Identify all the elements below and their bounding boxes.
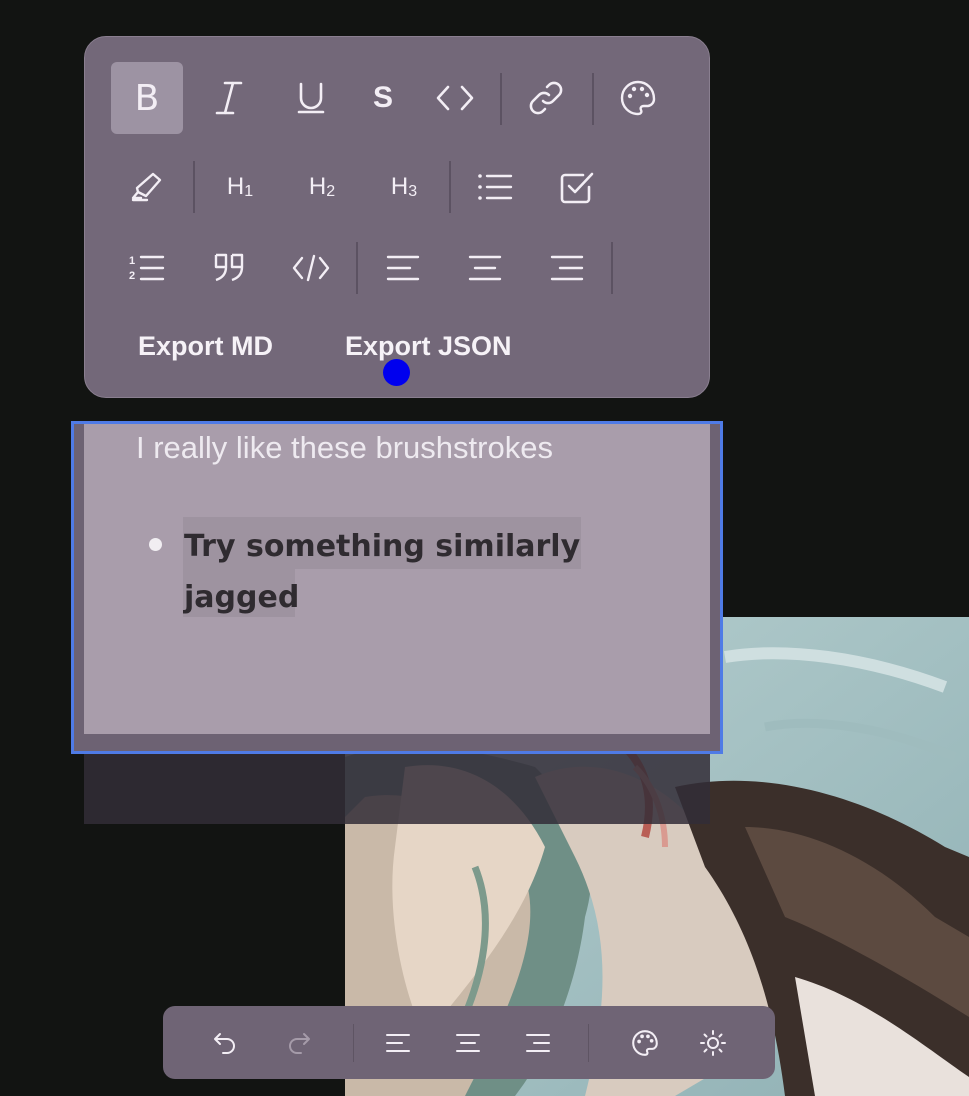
toolbar-divider: [592, 73, 594, 125]
task-list-button[interactable]: [541, 151, 613, 223]
italic-icon: [215, 81, 243, 115]
dock-divider: [353, 1024, 354, 1062]
heading-1-button[interactable]: H1: [204, 151, 276, 223]
align-center-icon: [456, 1033, 480, 1052]
export-json-button[interactable]: Export JSON: [345, 331, 512, 362]
bullet-list-button[interactable]: [459, 151, 531, 223]
toolbar-divider: [356, 242, 358, 294]
toolbar-divider: [611, 242, 613, 294]
dock-divider: [588, 1024, 589, 1062]
align-right-icon: [526, 1033, 550, 1052]
link-icon: [529, 81, 563, 115]
dock-color-button[interactable]: [615, 1006, 675, 1079]
highlight-button[interactable]: [111, 151, 183, 223]
export-md-button[interactable]: Export MD: [138, 331, 273, 362]
undo-button[interactable]: [195, 1006, 255, 1079]
code-block-button[interactable]: [275, 232, 347, 304]
ordered-list-icon: 12: [129, 255, 165, 282]
align-center-button[interactable]: [449, 232, 521, 304]
heading-3-icon: H3: [390, 173, 418, 200]
redo-icon: [289, 1032, 310, 1054]
canvas: I really like these brushstrokes Try som…: [0, 0, 969, 1096]
bullet-list-icon: [478, 174, 513, 200]
ordered-list-button[interactable]: 12: [111, 232, 183, 304]
align-left-icon: [386, 1033, 410, 1052]
align-left-icon: [386, 255, 420, 281]
blockquote-button[interactable]: [193, 232, 265, 304]
highlighter-icon: [131, 172, 162, 202]
checkbox-icon: [560, 172, 594, 204]
heading-2-button[interactable]: H2: [286, 151, 358, 223]
sun-icon: [700, 1029, 726, 1056]
pointer-cursor: [383, 359, 410, 386]
dock-align-center-button[interactable]: [438, 1006, 498, 1079]
redo-button[interactable]: [269, 1006, 329, 1079]
theme-toggle-button[interactable]: [683, 1006, 743, 1079]
align-left-button[interactable]: [367, 232, 439, 304]
toolbar-divider: [193, 161, 195, 213]
strikethrough-button[interactable]: S: [347, 62, 419, 134]
inline-code-button[interactable]: [419, 62, 491, 134]
heading-3-button[interactable]: H3: [368, 151, 440, 223]
quote-icon: [214, 253, 244, 282]
inline-code-icon: [436, 85, 474, 111]
toolbar-divider: [500, 73, 502, 125]
bottom-dock: [163, 1006, 775, 1079]
bullet-item-text[interactable]: Try something similarly jagged: [184, 521, 604, 623]
palette-icon: [632, 1029, 658, 1056]
palette-icon: [620, 80, 656, 116]
align-right-icon: [550, 255, 584, 281]
toolbar-divider: [449, 161, 451, 213]
svg-text:2: 2: [129, 270, 135, 282]
strikethrough-icon: S: [372, 81, 393, 114]
underline-icon: [297, 82, 325, 114]
formatting-toolbar: B S H1 H2 H3 1 2 Export MD Export JSON: [84, 36, 710, 398]
undo-icon: [214, 1032, 235, 1054]
svg-text:1: 1: [129, 255, 135, 267]
bullet-marker: [149, 538, 162, 551]
italic-button[interactable]: [193, 62, 265, 134]
note-text-line[interactable]: I really like these brushstrokes: [136, 430, 553, 466]
link-button[interactable]: [510, 62, 582, 134]
underline-button[interactable]: [275, 62, 347, 134]
code-block-icon: [292, 254, 330, 282]
heading-1-icon: H1: [226, 173, 254, 200]
heading-2-icon: H2: [308, 173, 336, 200]
dock-align-left-button[interactable]: [368, 1006, 428, 1079]
dock-align-right-button[interactable]: [508, 1006, 568, 1079]
color-button[interactable]: [602, 62, 674, 134]
align-right-button[interactable]: [531, 232, 603, 304]
note-shadow: [84, 752, 710, 824]
bold-icon: B: [134, 77, 160, 119]
bold-button[interactable]: B: [111, 62, 183, 134]
align-center-icon: [468, 255, 502, 281]
